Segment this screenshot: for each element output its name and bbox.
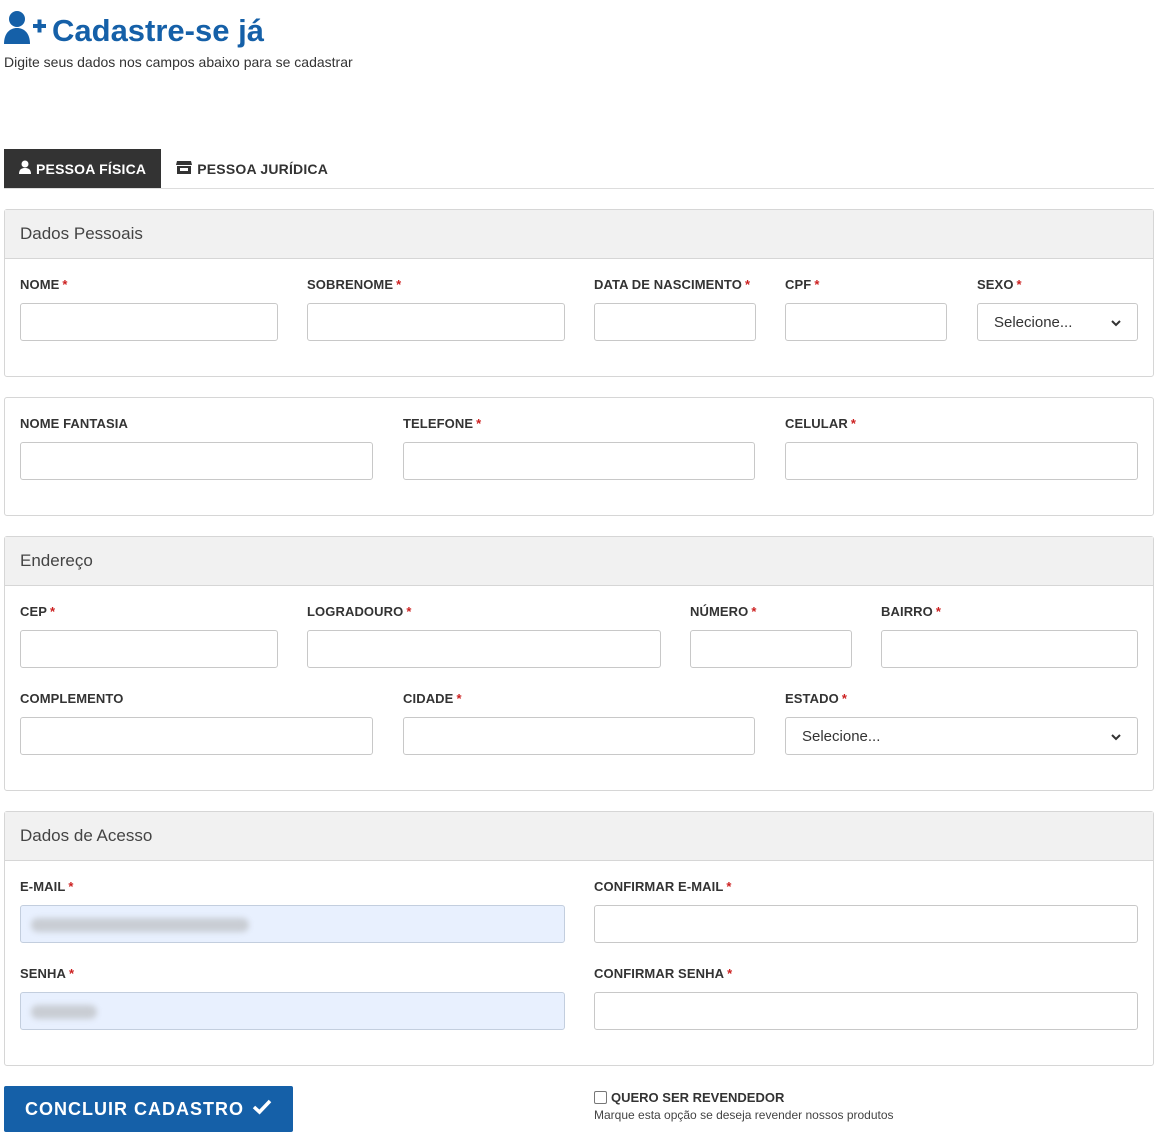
redacted-password-value bbox=[31, 1005, 97, 1019]
reseller-label[interactable]: QUERO SER REVENDEDOR bbox=[611, 1090, 784, 1105]
reseller-row: QUERO SER REVENDEDOR bbox=[594, 1090, 894, 1105]
nome-input[interactable] bbox=[20, 303, 278, 341]
sobrenome-input[interactable] bbox=[307, 303, 565, 341]
reseller-checkbox[interactable] bbox=[594, 1091, 607, 1104]
sobrenome-field: SOBRENOME * bbox=[307, 277, 565, 341]
numero-field: NÚMERO * bbox=[690, 604, 852, 668]
email-field: E-MAIL * bbox=[20, 879, 565, 943]
confirm-senha-input[interactable] bbox=[594, 992, 1138, 1030]
logradouro-input[interactable] bbox=[307, 630, 661, 668]
page-title: Cadastre-se já bbox=[52, 13, 264, 48]
estado-select[interactable]: Selecione... bbox=[785, 717, 1138, 755]
confirm-email-input[interactable] bbox=[594, 905, 1138, 943]
contact-panel: NOME FANTASIA TELEFONE * CELULAR * bbox=[4, 397, 1154, 516]
celular-label: CELULAR * bbox=[785, 416, 856, 431]
page-header: Cadastre-se já Digite seus dados nos cam… bbox=[4, 10, 353, 70]
tab-pessoa-juridica[interactable]: PESSOA JURÍDICA bbox=[161, 149, 343, 188]
nascimento-input[interactable] bbox=[594, 303, 756, 341]
celular-input[interactable] bbox=[785, 442, 1138, 480]
bairro-input[interactable] bbox=[881, 630, 1138, 668]
estado-label: ESTADO * bbox=[785, 691, 847, 706]
tab-label: PESSOA JURÍDICA bbox=[197, 160, 329, 177]
nome-fantasia-field: NOME FANTASIA bbox=[20, 416, 373, 480]
cidade-field: CIDADE * bbox=[403, 691, 755, 755]
confirm-senha-label: CONFIRMAR SENHA * bbox=[594, 966, 733, 981]
complemento-label: COMPLEMENTO bbox=[20, 691, 124, 706]
store-icon bbox=[176, 160, 197, 177]
person-type-tabs: PESSOA FÍSICA PESSOA JURÍDICA bbox=[4, 149, 1154, 189]
tab-label: PESSOA FÍSICA bbox=[36, 160, 147, 177]
bairro-field: BAIRRO * bbox=[881, 604, 1138, 668]
chevron-down-icon bbox=[1111, 314, 1121, 331]
nascimento-field: DATA DE NASCIMENTO * bbox=[594, 277, 756, 341]
confirm-email-label: CONFIRMAR E-MAIL * bbox=[594, 879, 732, 894]
telefone-label: TELEFONE * bbox=[403, 416, 482, 431]
sexo-select[interactable]: Selecione... bbox=[977, 303, 1138, 341]
nascimento-label: DATA DE NASCIMENTO * bbox=[594, 277, 751, 292]
estado-field: ESTADO * Selecione... bbox=[785, 691, 1138, 755]
user-icon bbox=[19, 160, 36, 177]
confirm-email-field: CONFIRMAR E-MAIL * bbox=[594, 879, 1138, 943]
cpf-input[interactable] bbox=[785, 303, 947, 341]
email-label: E-MAIL * bbox=[20, 879, 74, 894]
access-heading: Dados de Acesso bbox=[5, 812, 1153, 861]
senha-input[interactable] bbox=[20, 992, 565, 1030]
access-panel: Dados de Acesso E-MAIL * CONFIRMAR E-MAIL… bbox=[4, 811, 1154, 1066]
numero-label: NÚMERO * bbox=[690, 604, 757, 619]
logradouro-field: LOGRADOURO * bbox=[307, 604, 661, 668]
tab-pessoa-fisica[interactable]: PESSOA FÍSICA bbox=[4, 149, 162, 188]
estado-selected-value: Selecione... bbox=[802, 727, 881, 745]
email-input[interactable] bbox=[20, 905, 565, 943]
personal-data-panel: Dados Pessoais NOME * SOBRENOME * DATA DE … bbox=[4, 209, 1154, 377]
cpf-label: CPF * bbox=[785, 277, 820, 292]
complemento-field: COMPLEMENTO bbox=[20, 691, 373, 755]
nome-label: NOME * bbox=[20, 277, 68, 292]
senha-label: SENHA * bbox=[20, 966, 75, 981]
reseller-option: QUERO SER REVENDEDOR Marque esta opção s… bbox=[594, 1090, 894, 1122]
cidade-input[interactable] bbox=[403, 717, 755, 755]
bairro-label: BAIRRO * bbox=[881, 604, 942, 619]
numero-input[interactable] bbox=[690, 630, 852, 668]
cidade-label: CIDADE * bbox=[403, 691, 462, 706]
submit-button[interactable]: CONCLUIR CADASTRO bbox=[4, 1086, 293, 1132]
cep-field: CEP * bbox=[20, 604, 278, 668]
cpf-field: CPF * bbox=[785, 277, 947, 341]
logradouro-label: LOGRADOURO * bbox=[307, 604, 412, 619]
telefone-input[interactable] bbox=[403, 442, 755, 480]
telefone-field: TELEFONE * bbox=[403, 416, 755, 480]
check-icon bbox=[244, 1099, 272, 1120]
chevron-down-icon bbox=[1111, 728, 1121, 745]
cep-label: CEP * bbox=[20, 604, 56, 619]
page-subtitle: Digite seus dados nos campos abaixo para… bbox=[4, 54, 353, 70]
personal-data-heading: Dados Pessoais bbox=[5, 210, 1153, 259]
sexo-label: SEXO * bbox=[977, 277, 1022, 292]
sexo-field: SEXO * Selecione... bbox=[977, 277, 1138, 341]
complemento-input[interactable] bbox=[20, 717, 373, 755]
submit-label: CONCLUIR CADASTRO bbox=[25, 1098, 244, 1119]
confirm-senha-field: CONFIRMAR SENHA * bbox=[594, 966, 1138, 1030]
redacted-email-value bbox=[31, 918, 249, 932]
address-panel: Endereço CEP * LOGRADOURO * NÚMERO * BAIRRO… bbox=[4, 536, 1154, 791]
senha-field: SENHA * bbox=[20, 966, 565, 1030]
sexo-selected-value: Selecione... bbox=[994, 313, 1073, 331]
add-user-icon bbox=[4, 9, 52, 53]
sobrenome-label: SOBRENOME * bbox=[307, 277, 402, 292]
page-title-row: Cadastre-se já bbox=[4, 10, 353, 52]
nome-field: NOME * bbox=[20, 277, 278, 341]
nome-fantasia-input[interactable] bbox=[20, 442, 373, 480]
reseller-help-text: Marque esta opção se deseja revender nos… bbox=[594, 1108, 894, 1122]
celular-field: CELULAR * bbox=[785, 416, 1138, 480]
cep-input[interactable] bbox=[20, 630, 278, 668]
address-heading: Endereço bbox=[5, 537, 1153, 586]
nome-fantasia-label: NOME FANTASIA bbox=[20, 416, 128, 431]
